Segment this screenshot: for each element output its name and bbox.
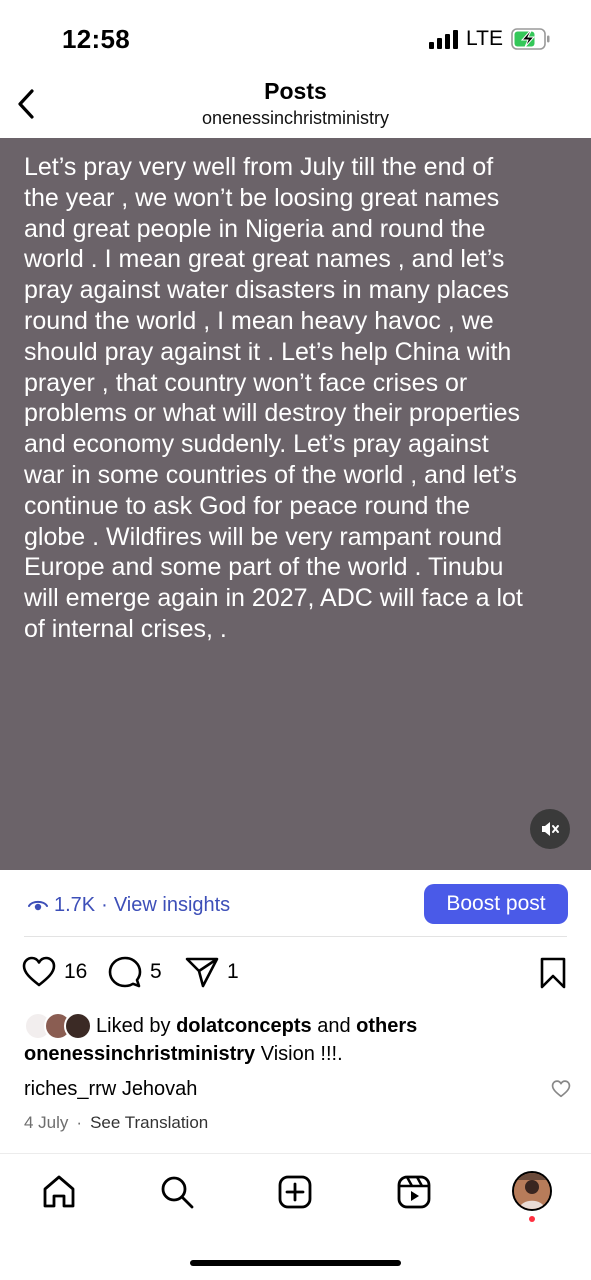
like-count: 16 — [64, 960, 88, 983]
home-icon — [43, 1175, 75, 1208]
meta-separator: · — [76, 1113, 83, 1132]
status-icons: LTE — [429, 27, 551, 51]
share-button[interactable]: 1 — [185, 956, 239, 988]
liked-by-row[interactable]: Liked by dolatconcepts and others — [24, 1011, 584, 1041]
comment-username[interactable]: riches_rrw — [24, 1078, 116, 1100]
like-button[interactable]: 16 — [22, 956, 87, 988]
eye-icon — [28, 900, 48, 910]
boost-post-button[interactable]: Boost post — [424, 884, 568, 924]
heart-icon — [551, 1080, 571, 1098]
page-title: Posts — [264, 78, 327, 104]
bottom-tab-bar — [0, 1154, 591, 1234]
heart-icon — [22, 956, 56, 987]
insights-separator: · — [101, 894, 108, 916]
mute-button[interactable] — [530, 809, 570, 849]
comment-icon — [108, 956, 142, 988]
post-media[interactable]: Let’s pray very well from July till the … — [0, 138, 591, 870]
search-icon — [161, 1176, 194, 1209]
liked-by-text: Liked by dolatconcepts and others — [96, 1015, 417, 1038]
comment-button[interactable]: 5 — [108, 956, 162, 988]
post-meta: 4 July · See Translation — [24, 1113, 208, 1133]
header: Posts onenessinchristministry — [0, 70, 591, 138]
comment-text: Jehovah — [121, 1078, 198, 1100]
signal-icon — [429, 29, 459, 49]
create-icon — [278, 1175, 312, 1209]
tab-home[interactable] — [39, 1172, 79, 1212]
battery-charging-icon — [511, 28, 551, 50]
liked-by-middle: and — [317, 1014, 351, 1037]
divider — [24, 936, 567, 937]
bookmark-icon — [540, 957, 566, 989]
action-row: 16 5 1 — [0, 950, 591, 998]
share-count: 1 — [227, 960, 239, 983]
caption-text: Vision !!!. — [260, 1043, 343, 1065]
insights-row: 1.7K · View insights Boost post — [0, 870, 591, 937]
tab-create[interactable] — [275, 1172, 315, 1212]
view-insights-label: View insights — [113, 894, 231, 916]
header-username[interactable]: onenessinchristministry — [0, 108, 591, 129]
network-label: LTE — [466, 27, 503, 50]
status-bar: 12:58 LTE — [0, 0, 591, 70]
home-indicator — [190, 1260, 401, 1266]
liked-by-others[interactable]: others — [356, 1015, 417, 1037]
reels-icon — [397, 1175, 431, 1209]
view-count: 1.7K — [54, 894, 96, 916]
tab-search[interactable] — [157, 1172, 197, 1212]
comment-count: 5 — [150, 960, 162, 983]
tab-reels[interactable] — [394, 1172, 434, 1212]
notification-dot — [529, 1216, 535, 1222]
post-text: Let’s pray very well from July till the … — [24, 153, 523, 643]
liked-by-prefix: Liked by — [96, 1014, 171, 1037]
post-date: 4 July — [24, 1113, 69, 1132]
liked-by-user[interactable]: dolatconcepts — [176, 1015, 312, 1037]
caption-username[interactable]: onenessinchristministry — [24, 1043, 255, 1065]
caption: onenessinchristministry Vision !!!. — [24, 1043, 584, 1066]
profile-avatar — [514, 1173, 550, 1209]
avatar — [64, 1012, 92, 1040]
comment-preview[interactable]: riches_rrw Jehovah — [24, 1078, 544, 1101]
muted-speaker-icon — [542, 822, 559, 836]
save-button[interactable] — [539, 957, 567, 994]
send-icon — [185, 957, 219, 988]
liker-avatars — [24, 1012, 92, 1040]
see-translation-link[interactable]: See Translation — [90, 1113, 208, 1133]
tab-profile[interactable] — [512, 1171, 552, 1211]
status-time: 12:58 — [62, 24, 130, 54]
comment-like-button[interactable] — [551, 1080, 571, 1103]
view-insights-link[interactable]: 1.7K · View insights — [28, 894, 230, 917]
